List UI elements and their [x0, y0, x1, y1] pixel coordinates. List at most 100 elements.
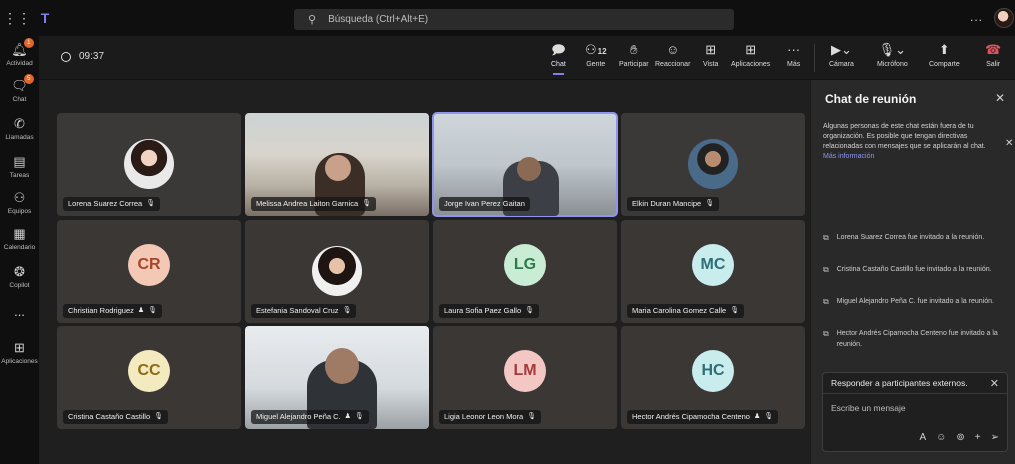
system-message: ⧉ Lorena Suarez Correa fue invitado a la…	[823, 232, 1003, 243]
people-count: 12	[597, 47, 607, 56]
participant-name: Maria Carolina Gomez Calle	[632, 306, 727, 315]
search-icon: ⚲	[308, 14, 317, 26]
participant-initials: CR	[128, 244, 170, 286]
smiley-icon: ☺	[666, 42, 680, 57]
close-reply-icon[interactable]: ✕	[990, 377, 999, 390]
close-icon[interactable]: ✕	[995, 91, 1005, 105]
participant-nametag: Lorena Suarez Correa 🎙︎	[63, 197, 161, 211]
participant-nametag: Laura Sofia Paez Gallo 🎙︎	[439, 304, 540, 318]
calendar-icon: ▦	[13, 226, 26, 241]
copilot-icon: ❂	[14, 264, 25, 279]
participant-tile[interactable]: LG Laura Sofia Paez Gallo 🎙︎	[433, 220, 617, 323]
chat-button[interactable]: 🗩︎ Chat	[551, 42, 566, 75]
participant-name: Laura Sofia Paez Gallo	[444, 306, 522, 315]
participant-tile[interactable]: CR Christian Rodriguez ♟ 🎙︎	[57, 220, 241, 323]
message-input[interactable]: Escribe un mensaje	[831, 403, 906, 413]
shield-icon	[61, 51, 71, 62]
apps-grid-icon[interactable]: ⋮⋮	[0, 0, 34, 36]
participant-tile[interactable]: Estefania Sandoval Cruz 🎙︎	[245, 220, 429, 323]
participant-initials: CC	[128, 350, 170, 392]
search-box[interactable]: ⚲ Búsqueda (Ctrl+Alt+E)	[294, 9, 734, 30]
emoji-icon[interactable]: ☺	[936, 432, 946, 443]
attach-icon[interactable]: +	[975, 432, 981, 443]
rail-label-apps: Aplicaciones	[1, 358, 38, 365]
dismiss-notice-icon[interactable]: ✕	[1005, 138, 1013, 149]
participant-nametag: Hector Andrés Cipamocha Centeno ♟ 🎙︎	[627, 410, 779, 424]
meeting-timer: 09:37	[61, 51, 104, 62]
camera-button-label: Cámara	[829, 61, 854, 68]
mic-muted-icon: 🎙︎	[730, 307, 740, 314]
more-button[interactable]: ··· Más	[787, 42, 800, 68]
participant-name: Jorge Ivan Perez Gaitan	[444, 199, 525, 208]
send-icon[interactable]: ➢	[991, 432, 999, 443]
rail-item-chat[interactable]: 🗨︎ 5 Chat	[0, 74, 39, 103]
participant-tile-active[interactable]: Jorge Ivan Perez Gaitan	[432, 112, 618, 217]
system-message-text: Hector Andrés Cipamocha Centeno fue invi…	[836, 330, 998, 348]
participant-tile[interactable]: MC Maria Carolina Gomez Calle 🎙︎	[621, 220, 805, 323]
apps-button[interactable]: ⊞ Aplicaciones	[731, 42, 770, 68]
participant-name: Christian Rodriguez	[68, 306, 134, 315]
rail-item-calls[interactable]: ✆ Llamadas	[0, 116, 39, 141]
mic-muted-icon: 🎙︎	[362, 200, 372, 207]
participant-name: Estefania Sandoval Cruz	[256, 306, 339, 315]
rail-label-teams: Equipos	[7, 208, 32, 215]
people-button[interactable]: ⚇12 Gente	[585, 42, 607, 68]
format-icon[interactable]: A	[919, 432, 926, 443]
participant-initials: LG	[504, 244, 546, 286]
mic-off-icon: 🎙︎⌄	[878, 42, 907, 57]
more-apps-icon: ...	[14, 304, 25, 319]
rail-item-activity[interactable]: 🔔︎ 1 Actividad	[0, 38, 39, 67]
participant-tile[interactable]: Melissa Andrea Laiton Garnica 🎙︎	[245, 113, 429, 216]
leave-button[interactable]: ☎ Salir	[985, 42, 1001, 68]
participant-tile[interactable]: Miguel Alejandro Peña C. ♟ 🎙︎	[245, 326, 429, 429]
participant-initials: MC	[692, 244, 734, 286]
participant-photo	[688, 139, 738, 189]
ellipsis-icon: ···	[787, 42, 801, 57]
participant-initials: LM	[504, 350, 546, 392]
loop-icon[interactable]: ⊚	[956, 432, 964, 443]
learn-more-link[interactable]: Más información	[823, 153, 874, 160]
system-message-text: Cristina Castaño Castillo fue invitado a…	[836, 266, 992, 273]
system-message-text: Lorena Suarez Correa fue invitado a la r…	[836, 234, 985, 241]
rail-label-calendar: Calendario	[3, 244, 36, 251]
mic-muted-icon: 🎙︎	[354, 413, 364, 420]
rail-item-teams[interactable]: ⚇ Equipos	[0, 190, 39, 215]
notice-text: Algunas personas de este chat están fuer…	[823, 123, 986, 150]
profile-avatar[interactable]	[994, 8, 1014, 28]
participant-tile[interactable]: HC Hector Andrés Cipamocha Centeno ♟ 🎙︎	[621, 326, 805, 429]
add-apps-icon: ⊞	[14, 340, 25, 355]
invite-icon: ⧉	[823, 297, 829, 306]
participant-nametag: Miguel Alejandro Peña C. ♟ 🎙︎	[251, 410, 369, 424]
mic-button[interactable]: 🎙︎⌄ Micrófono	[877, 42, 908, 68]
participant-photo	[124, 139, 174, 189]
mic-muted-icon: 🎙︎	[527, 413, 537, 420]
more-options-icon[interactable]: ...	[970, 10, 983, 24]
leave-button-label: Salir	[986, 61, 1001, 68]
teams-logo-icon[interactable]: T	[34, 0, 56, 36]
rail-item-tasks[interactable]: ▤ Tareas	[0, 154, 39, 179]
meeting-toolbar: 09:37 🗩︎ Chat ⚇12 Gente ✋︎ Participar ☺ …	[39, 36, 1015, 80]
share-button[interactable]: ⬆ Comparte	[929, 42, 960, 68]
rail-item-copilot[interactable]: ❂ Copilot	[0, 264, 39, 289]
participant-tile[interactable]: LM Ligia Leonor Leon Mora 🎙︎	[433, 326, 617, 429]
view-button-label: Vista	[703, 61, 719, 68]
hang-up-icon: ☎	[985, 42, 1002, 57]
react-button[interactable]: ☺ Reaccionar	[655, 42, 690, 68]
rail-item-calendar[interactable]: ▦ Calendario	[0, 226, 39, 251]
view-button[interactable]: ⊞ Vista	[703, 42, 718, 68]
external-user-icon: ♟	[137, 307, 145, 314]
participant-tile[interactable]: Lorena Suarez Correa 🎙︎	[57, 113, 241, 216]
timer-value: 09:37	[79, 51, 105, 62]
raise-hand-button[interactable]: ✋︎ Participar	[619, 42, 649, 68]
rail-item-apps[interactable]: ⊞ Aplicaciones	[0, 340, 39, 365]
mic-muted-icon: 🎙︎	[154, 413, 164, 420]
more-button-label: Más	[787, 61, 801, 68]
activity-badge: 1	[23, 38, 34, 48]
chat-badge: 5	[23, 74, 34, 84]
camera-button[interactable]: ▶︎⌄ Cámara	[829, 42, 854, 68]
participant-tile[interactable]: Elkin Duran Mancipe 🎙︎	[621, 113, 805, 216]
participant-initials: HC	[692, 350, 734, 392]
participant-tile[interactable]: CC Cristina Castaño Castillo 🎙︎	[57, 326, 241, 429]
rail-item-more[interactable]: ...	[0, 304, 39, 320]
left-app-rail: 🔔︎ 1 Actividad 🗨︎ 5 Chat ✆ Llamadas ▤ Tare…	[0, 36, 39, 464]
